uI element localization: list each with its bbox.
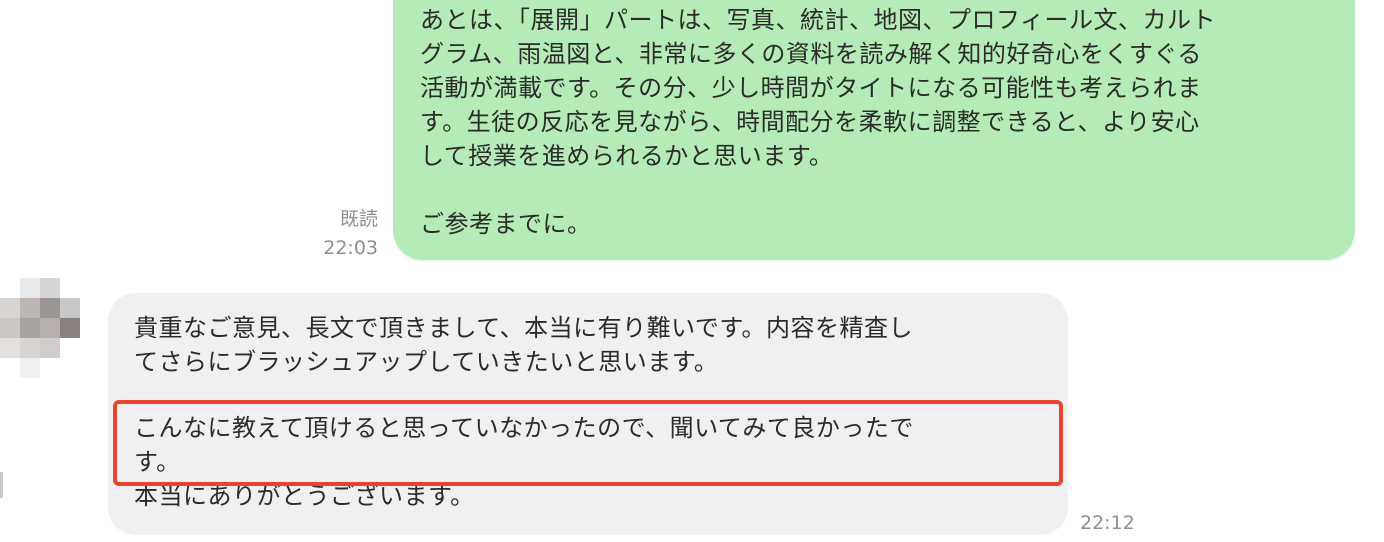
- incoming-paragraph-1: 貴重なご意見、長文で頂きまして、本当に有り難いです。内容を精査し てさらにブラッ…: [134, 314, 913, 376]
- chat-view: あとは、「展開」パートは、写真、統計、地図、プロフィール文、カルト グラム、雨温…: [0, 0, 1384, 542]
- outgoing-timestamp: 22:03: [323, 237, 378, 259]
- incoming-message-bubble[interactable]: 貴重なご意見、長文で頂きまして、本当に有り難いです。内容を精査し てさらにブラッ…: [108, 293, 1068, 535]
- incoming-paragraph-3: 本当にありがとうございます。: [134, 482, 475, 510]
- read-receipt: 既読: [339, 208, 378, 230]
- incoming-timestamp: 22:12: [1080, 512, 1135, 534]
- outgoing-message-bubble[interactable]: あとは、「展開」パートは、写真、統計、地図、プロフィール文、カルト グラム、雨温…: [393, 0, 1355, 260]
- incoming-paragraph-2: こんなに教えて頂けると思っていなかったので、聞いてみて良かったで す。: [134, 414, 914, 476]
- incoming-message-text: 貴重なご意見、長文で頂きまして、本当に有り難いです。内容を精査し てさらにブラッ…: [134, 311, 1048, 513]
- edge-marker: [0, 472, 3, 498]
- outgoing-message-text: あとは、「展開」パートは、写真、統計、地図、プロフィール文、カルト グラム、雨温…: [420, 6, 1217, 238]
- avatar[interactable]: [0, 278, 100, 378]
